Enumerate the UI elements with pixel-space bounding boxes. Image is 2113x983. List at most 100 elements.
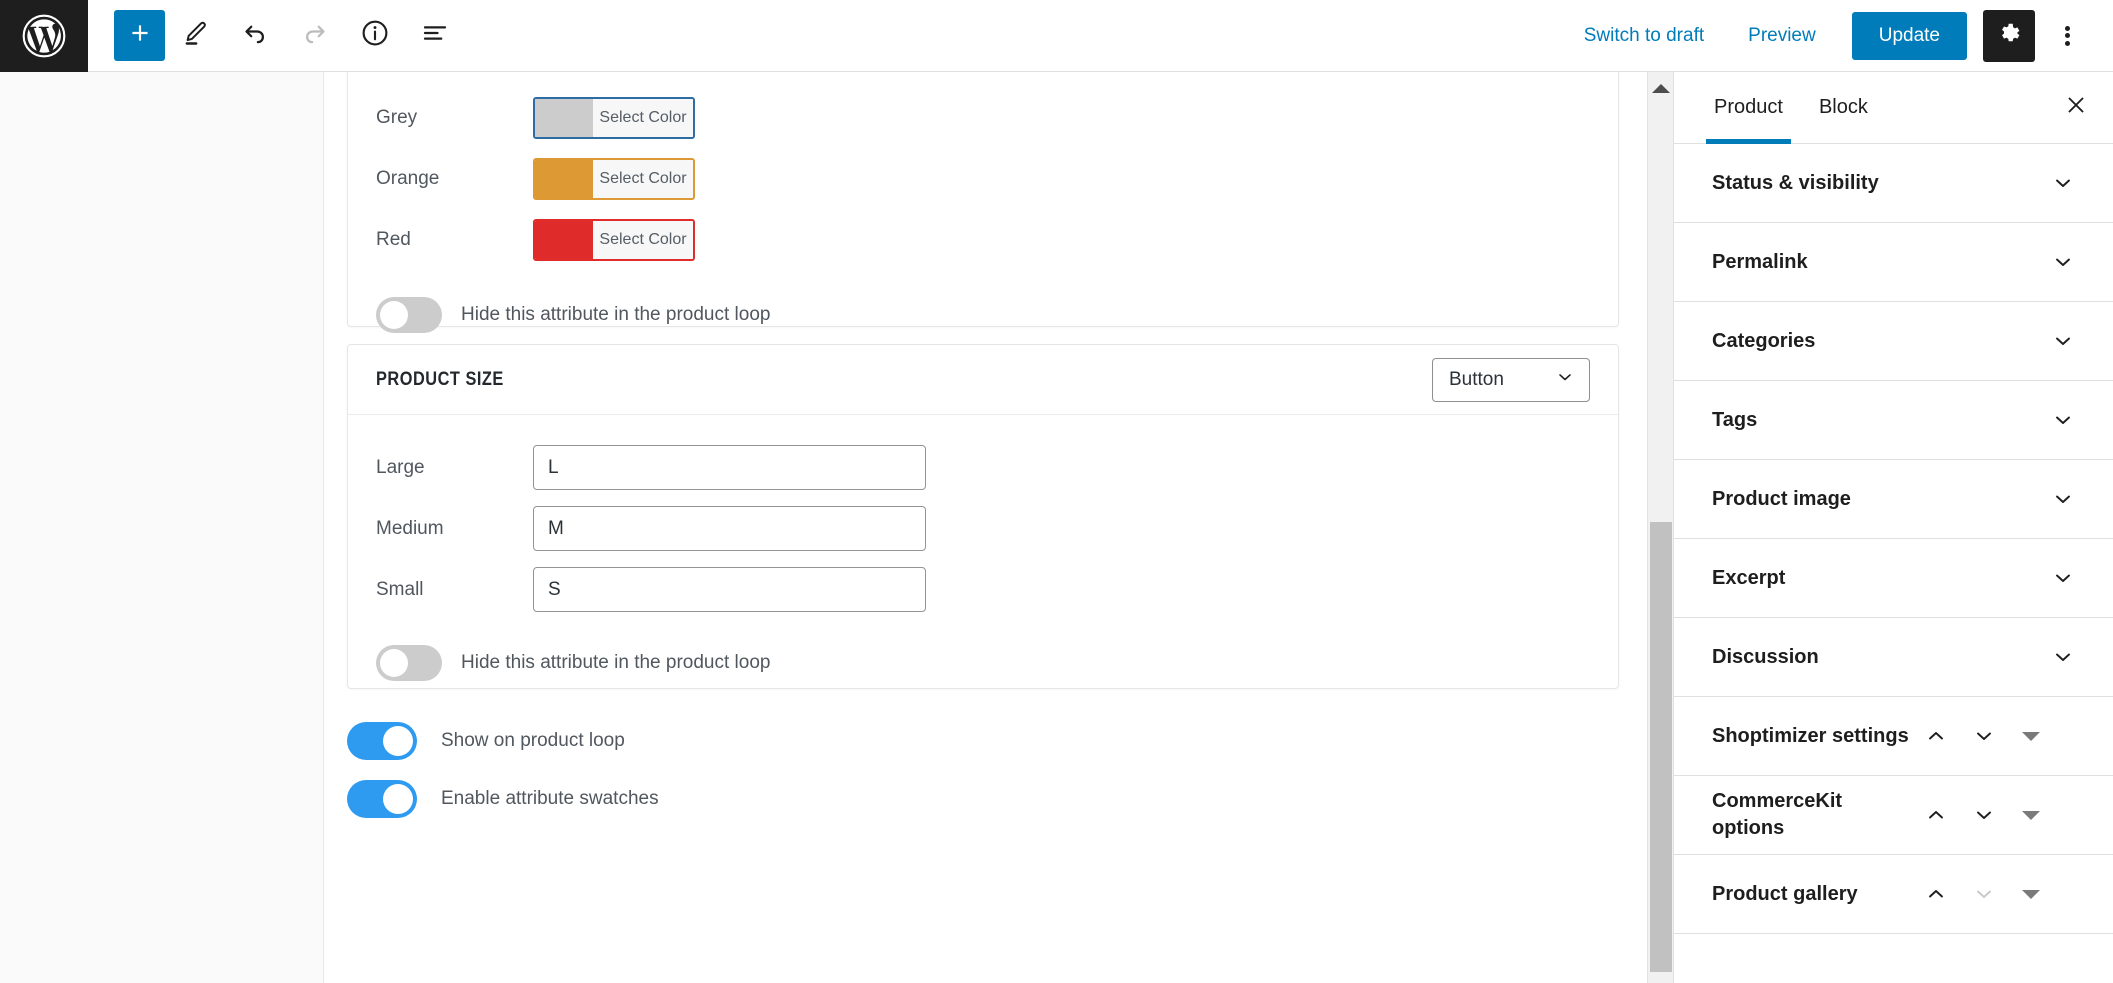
panel-label: Discussion (1712, 645, 1819, 668)
size-value-input-large[interactable]: L (533, 445, 926, 490)
preview-button[interactable]: Preview (1726, 25, 1838, 47)
size-value-input-medium[interactable]: M (533, 506, 926, 551)
chevron-down-icon[interactable] (2039, 159, 2087, 207)
color-swatch-orange[interactable]: Select Color (533, 157, 695, 200)
move-up-icon[interactable] (1912, 712, 1960, 760)
hide-size-attribute-toggle[interactable] (376, 645, 442, 681)
hide-size-attribute-row: Hide this attribute in the product loop (348, 632, 1618, 694)
sidebar-panel-product-gallery[interactable]: Product gallery (1674, 855, 2113, 934)
sidebar-panel-product-image[interactable]: Product image (1674, 460, 2113, 539)
panel-label: Product image (1712, 487, 1851, 510)
switch-to-draft-button[interactable]: Switch to draft (1562, 25, 1726, 47)
attribute-label: Large (376, 456, 425, 478)
size-attribute-title: PRODUCT SIZE (376, 368, 504, 390)
redo-arrow-icon (300, 18, 330, 53)
sidebar-panel-excerpt[interactable]: Excerpt (1674, 539, 2113, 618)
move-down-icon[interactable] (1960, 712, 2008, 760)
pencil-icon (181, 19, 209, 52)
panel-collapse-triangle-icon[interactable] (2008, 713, 2054, 759)
add-block-button[interactable] (114, 10, 165, 61)
select-color-label: Select Color (593, 159, 693, 198)
sidebar-panel-categories[interactable]: Categories (1674, 302, 2113, 381)
move-up-icon[interactable] (1912, 870, 1960, 918)
size-value-input-small[interactable]: S (533, 567, 926, 612)
toggle-knob (383, 784, 413, 814)
close-sidebar-button[interactable] (2049, 81, 2103, 135)
chevron-down-icon[interactable] (2039, 238, 2087, 286)
scroll-up-arrow-icon[interactable] (1651, 84, 1670, 93)
color-swatch-red[interactable]: Select Color (533, 218, 695, 261)
panel-collapse-triangle-icon[interactable] (2008, 792, 2054, 838)
details-button[interactable] (345, 6, 405, 66)
panel-collapse-triangle-icon[interactable] (2008, 871, 2054, 917)
panel-label: Tags (1712, 408, 1758, 431)
color-attribute-rows: Grey Select Color Orange Select Color Re… (348, 72, 1618, 346)
tools-edit-button[interactable] (165, 6, 225, 66)
tab-product[interactable]: Product (1696, 72, 1801, 144)
top-bar-left-tools (88, 6, 465, 66)
chevron-down-icon[interactable] (2039, 633, 2087, 681)
chevron-down-icon (1555, 367, 1575, 393)
select-color-label: Select Color (593, 98, 693, 137)
toggle-knob (380, 301, 408, 329)
sidebar-panel-tags[interactable]: Tags (1674, 381, 2113, 460)
global-attribute-toggles: Show on product loop Enable attribute sw… (347, 712, 659, 828)
sidebar-panel-shoptimizer-settings[interactable]: Shoptimizer settings (1674, 697, 2113, 776)
undo-arrow-icon (240, 18, 270, 53)
update-button[interactable]: Update (1851, 11, 1967, 60)
enable-attribute-swatches-row: Enable attribute swatches (347, 770, 659, 828)
attribute-label: Red (376, 228, 411, 250)
sidebar-panel-discussion[interactable]: Discussion (1674, 618, 2113, 697)
show-on-product-loop-toggle[interactable] (347, 722, 417, 760)
undo-button[interactable] (225, 6, 285, 66)
size-value-text: S (548, 578, 561, 600)
sidebar-panel-permalink[interactable]: Permalink (1674, 223, 2113, 302)
kebab-menu-icon (2064, 23, 2070, 48)
attribute-row: Small S (348, 559, 1618, 620)
color-chip (535, 159, 593, 198)
hide-color-attribute-toggle[interactable] (376, 297, 442, 333)
move-down-icon[interactable] (1960, 791, 2008, 839)
gear-icon (1996, 20, 2023, 52)
panel-label: Shoptimizer settings (1712, 724, 1909, 747)
wordpress-logo-button[interactable] (0, 0, 88, 72)
move-up-icon[interactable] (1912, 791, 1960, 839)
panel-label: Permalink (1712, 250, 1808, 273)
editor-top-bar: Switch to draft Preview Update (0, 0, 2113, 72)
editor-scrollbar[interactable] (1647, 72, 1673, 983)
tab-block[interactable]: Block (1801, 72, 1886, 144)
display-type-select[interactable]: Button (1432, 357, 1590, 402)
scrollbar-thumb[interactable] (1650, 522, 1672, 972)
attribute-label: Grey (376, 106, 418, 128)
size-attribute-rows: Large L Medium M Small S Hide this attri… (348, 415, 1618, 694)
chevron-down-icon[interactable] (2039, 317, 2087, 365)
wordpress-logo-icon (21, 13, 67, 59)
color-swatch-grey[interactable]: Select Color (533, 96, 695, 139)
chevron-down-icon[interactable] (2039, 554, 2087, 602)
info-circle-icon (360, 18, 390, 53)
attribute-label: Orange (376, 167, 440, 189)
settings-button[interactable] (1983, 9, 2035, 62)
settings-sidebar: Product Block Status & visibility Permal… (1673, 72, 2113, 983)
attribute-row: Red Select Color (348, 209, 1618, 270)
panel-label: CommerceKit options (1712, 790, 1843, 839)
editor-stage: Grey Select Color Orange Select Color Re… (0, 72, 2113, 983)
sidebar-panel-status-visibility[interactable]: Status & visibility (1674, 144, 2113, 223)
color-attribute-card: Grey Select Color Orange Select Color Re… (347, 72, 1619, 333)
redo-button[interactable] (285, 6, 345, 66)
display-type-value: Button (1449, 368, 1504, 390)
color-chip (535, 220, 593, 259)
sidebar-panel-commercekit-options[interactable]: CommerceKit options (1674, 776, 2113, 855)
panel-label: Product gallery (1712, 882, 1858, 905)
editor-region: Grey Select Color Orange Select Color Re… (0, 72, 1673, 983)
top-bar-right-actions: Switch to draft Preview Update (1562, 9, 2113, 62)
chevron-down-icon[interactable] (2039, 396, 2087, 444)
enable-attribute-swatches-toggle[interactable] (347, 780, 417, 818)
chevron-down-icon[interactable] (2039, 475, 2087, 523)
show-on-product-loop-label: Show on product loop (441, 730, 625, 751)
list-view-button[interactable] (405, 6, 465, 66)
size-value-text: M (548, 517, 564, 539)
size-value-text: L (548, 456, 559, 478)
hide-color-attribute-label: Hide this attribute in the product loop (461, 304, 771, 325)
more-options-button[interactable] (2043, 10, 2091, 62)
